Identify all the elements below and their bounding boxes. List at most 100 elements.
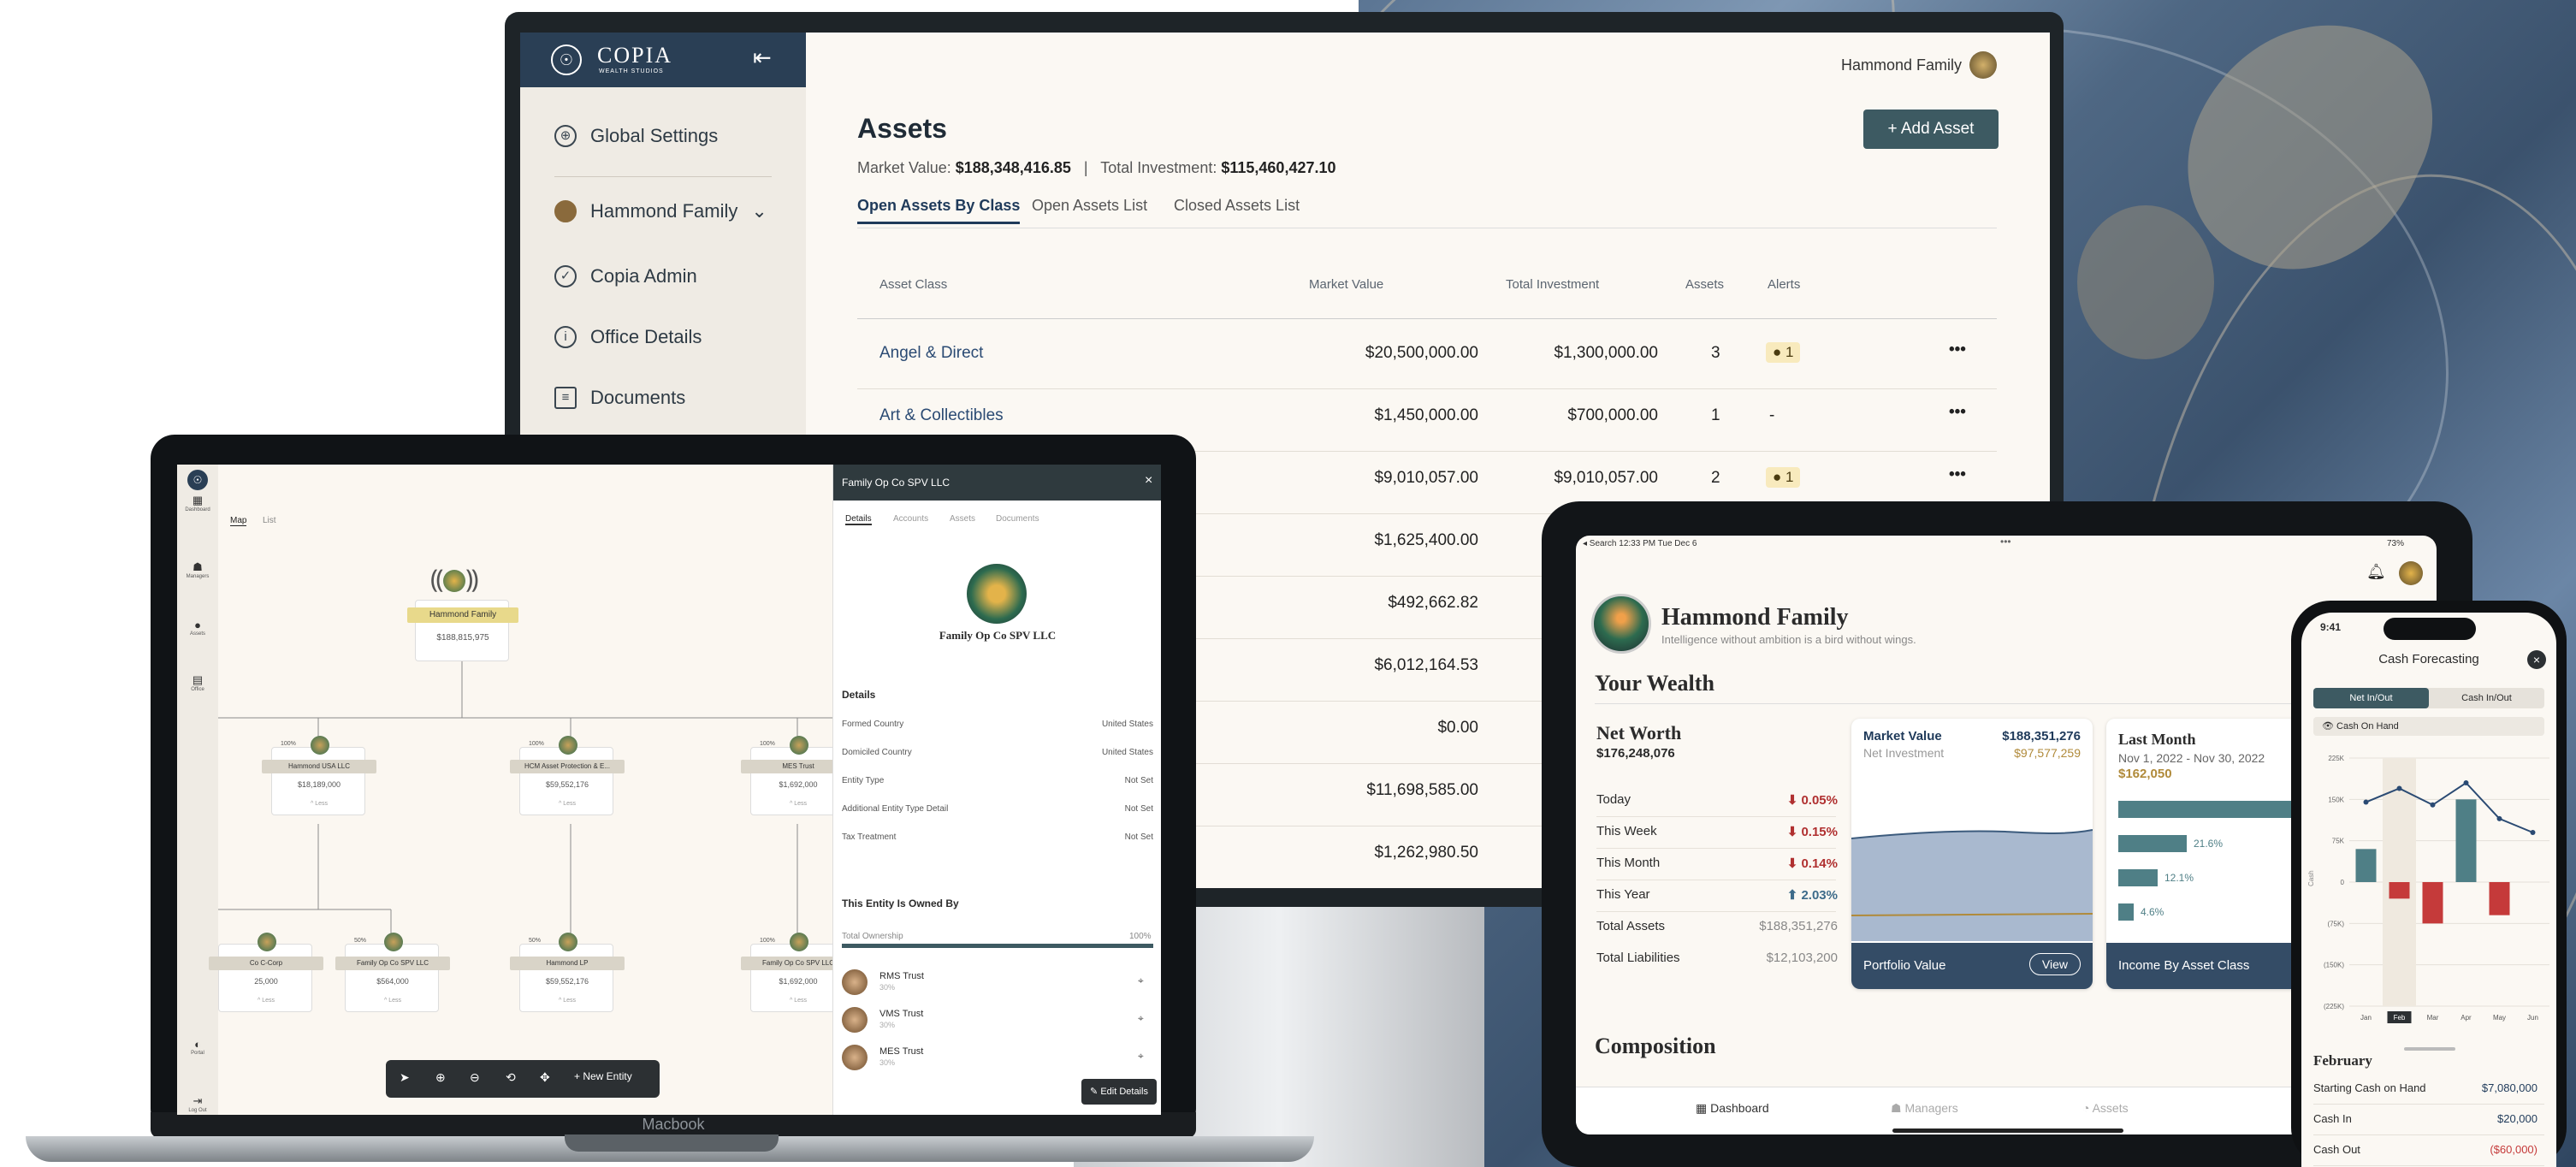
col-market-value[interactable]: Market Value [1309,277,1383,292]
row-more-icon[interactable]: ••• [1949,403,1966,422]
entity-avatar [967,564,1027,624]
seg-net[interactable]: Net In/Out [2313,688,2429,708]
market-value-cell: $20,500,000.00 [1365,344,1478,362]
net-bar[interactable] [2389,882,2410,899]
tab-managers[interactable]: ☗ Managers [1891,1101,1958,1116]
zoom-out-icon[interactable]: ⊖ [470,1070,480,1085]
entity-node[interactable]: 100% Hammond USA LLC $18,189,000 ^ Less [262,736,376,815]
panel-tab-accounts[interactable]: Accounts [893,514,928,524]
entity-node[interactable]: 100% HCM Asset Protection & E... $59,552,1… [510,736,625,815]
locate-icon[interactable]: ⌖ [1138,1050,1144,1063]
collapse-toggle[interactable]: ^ Less [520,998,614,1004]
entity-node[interactable]: Co C-Corp 25,000 ^ Less [209,933,323,1012]
seg-cash[interactable]: Cash In/Out [2429,688,2544,708]
row-more-icon[interactable]: ••• [1949,341,1966,359]
fit-view-icon[interactable]: ⟲ [506,1070,516,1085]
cash-on-hand-toggle[interactable]: 👁︎ Cash On Hand [2313,717,2544,736]
owner-name[interactable]: VMS Trust [879,1009,923,1019]
breakdown-value[interactable]: $7,080,000 [2421,1081,2538,1094]
collapse-menu-icon[interactable]: ⇤ [753,44,772,71]
tab-dashboard[interactable]: ▦ Dashboard [1696,1101,1769,1116]
tab-assets[interactable]: ◔ Assets [2082,1101,2129,1115]
view-button[interactable]: View [2028,953,2081,975]
account-name[interactable]: Hammond Family [1841,56,1962,74]
cash-on-hand-point[interactable] [2530,830,2536,835]
net-bar[interactable] [2355,849,2377,882]
total-investment-label: Total Investment: [1100,159,1217,176]
family-name: Hammond Family [1661,604,1849,631]
income-bar-label: 12.1% [2164,872,2194,884]
nav-copia-admin[interactable]: ✓ Copia Admin [554,265,697,287]
cash-on-hand-point[interactable] [2363,799,2369,805]
asset-class-link[interactable]: Angel & Direct [879,344,983,363]
sheet-handle[interactable] [2404,1047,2455,1051]
entity-node[interactable]: 100% MES Trust $1,692,000 ^ Less [741,736,856,815]
bell-icon[interactable]: 🔔︎ [2366,563,2386,581]
portfolio-value-card[interactable]: Market Value $188,351,276 Net Investment… [1851,719,2093,989]
nav-office-details[interactable]: i Office Details [554,326,702,348]
tab-closed-assets-list[interactable]: Closed Assets List [1174,197,1300,215]
edit-details-button[interactable]: ✎ Edit Details [1081,1079,1157,1105]
nav-global-settings[interactable]: ⊕ Global Settings [554,125,718,147]
entity-node[interactable]: 50% Family Op Co SPV LLC $564,000 ^ Less [335,933,450,1012]
cash-on-hand-point[interactable] [2430,802,2436,808]
row-more-icon[interactable]: ••• [1949,465,1966,484]
root-entity-card[interactable]: Hammond Family $188,815,975 [407,600,518,661]
net-bar[interactable] [2455,799,2477,882]
profile-avatar[interactable] [2399,561,2423,585]
locate-icon[interactable]: ⌖ [1138,974,1144,987]
x-tick-label[interactable]: Apr [2461,1014,2472,1022]
asset-class-link[interactable]: Art & Collectibles [879,406,1004,425]
collapse-toggle[interactable]: ^ Less [346,998,440,1004]
x-tick-label[interactable]: Jan [2360,1014,2372,1022]
move-icon[interactable]: ✥ [540,1070,550,1085]
owner-name[interactable]: MES Trust [879,1046,923,1057]
collapse-toggle[interactable]: ^ Less [520,801,614,807]
tab-open-assets-list[interactable]: Open Assets List [1032,197,1147,215]
collapse-toggle[interactable]: ^ Less [272,801,366,807]
battery-status: 73% [2387,539,2405,548]
col-assets[interactable]: Assets [1685,277,1724,292]
month-title: February [2313,1052,2372,1069]
x-tick-label[interactable]: Jun [2527,1014,2538,1022]
account-avatar[interactable] [1969,51,1997,79]
panel-tab-details[interactable]: Details [845,514,872,525]
net-bar[interactable] [2489,882,2510,915]
x-tick-label[interactable]: Feb [2394,1014,2406,1022]
x-tick-label[interactable]: May [2493,1014,2506,1022]
field-label: Tax Treatment [842,832,897,842]
breakdown-value[interactable]: ($60,000) [2421,1143,2538,1156]
col-asset-class[interactable]: Asset Class [879,277,947,292]
tab-open-assets-by-class[interactable]: Open Assets By Class [857,197,1021,224]
entity-node[interactable]: 100% Family Op Co SPV LLC $1,692,000 ^ Less [741,933,856,1012]
close-icon[interactable]: × [2527,650,2546,669]
collapse-toggle[interactable]: ^ Less [219,998,313,1004]
collapse-toggle[interactable]: ^ Less [751,801,845,807]
net-investment-value: $97,577,259 [2014,746,2081,760]
zoom-in-icon[interactable]: ⊕ [435,1070,446,1085]
col-alerts[interactable]: Alerts [1768,277,1800,292]
nav-documents[interactable]: ≡ Documents [554,387,685,409]
locate-icon[interactable]: ⌖ [1138,1012,1144,1025]
alert-badge[interactable]: ● 1 [1766,467,1801,488]
total-ownership-label: Total Ownership [842,932,903,941]
panel-tab-documents[interactable]: Documents [996,514,1039,524]
net-bar[interactable] [2422,882,2443,924]
alert-badge[interactable]: ● 1 [1766,342,1801,363]
add-asset-button[interactable]: + Add Asset [1863,110,1999,149]
breakdown-value[interactable]: $20,000 [2421,1112,2538,1125]
new-entity-button[interactable]: + New Entity [574,1070,632,1082]
cash-on-hand-point[interactable] [2396,785,2402,791]
owner-name[interactable]: RMS Trust [879,971,924,981]
close-icon[interactable]: × [1145,473,1152,489]
collapse-toggle[interactable]: ^ Less [751,998,845,1004]
cash-on-hand-point[interactable] [2463,780,2469,785]
period-value: 2.03% [1801,888,1838,903]
col-total-investment[interactable]: Total Investment [1506,277,1599,292]
cash-on-hand-point[interactable] [2496,815,2502,821]
x-tick-label[interactable]: Mar [2427,1014,2439,1022]
entity-node[interactable]: 50% Hammond LP $59,552,176 ^ Less [510,933,625,1012]
nav-hammond-family[interactable]: Hammond Family ⌄ [554,200,767,222]
panel-tab-assets[interactable]: Assets [950,514,975,524]
navigate-icon[interactable]: ➤ [400,1070,410,1085]
